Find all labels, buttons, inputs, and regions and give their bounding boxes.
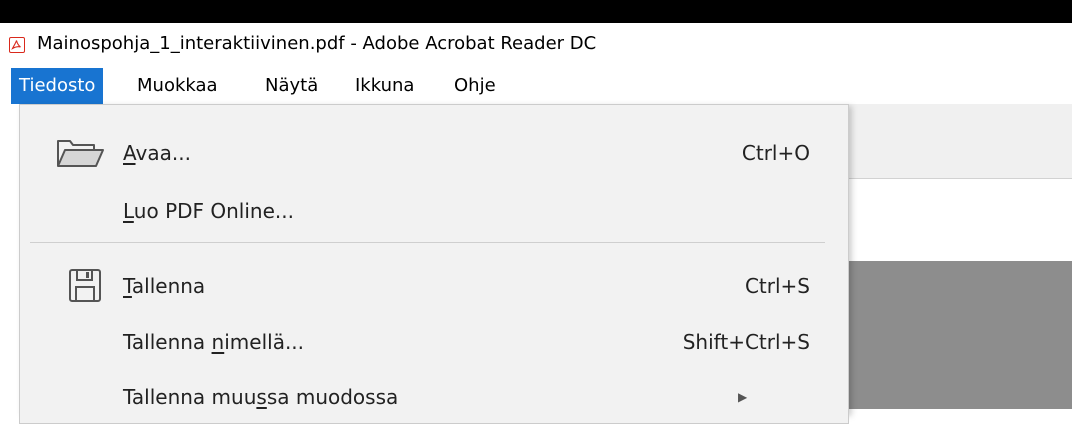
window-title: Mainospohja_1_interaktiivinen.pdf - Adob… <box>37 33 597 54</box>
menu-item-shortcut: Ctrl+S <box>744 274 810 298</box>
menu-item-tallenna-nimella[interactable]: Tallenna nimellä... Shift+Ctrl+S <box>20 314 848 370</box>
menu-item-label: Tallenna muussa muodossa <box>123 385 399 409</box>
app-toolbar <box>846 104 1072 179</box>
menu-item-luo-pdf-online[interactable]: Luo PDF Online... <box>20 183 848 239</box>
save-icon <box>56 268 104 304</box>
screen-top-edge <box>0 0 1072 23</box>
menu-item-label: Tallenna <box>123 274 206 298</box>
acrobat-reader-icon <box>9 37 25 53</box>
menu-item-label: Tallenna nimellä... <box>123 330 305 354</box>
menu-item-tallenna-muussa-muodossa[interactable]: Tallenna muussa muodossa ▶ <box>20 369 848 425</box>
document-canvas <box>846 261 1072 409</box>
folder-open-icon <box>56 135 104 171</box>
menu-tiedosto[interactable]: Tiedosto <box>11 68 104 104</box>
menu-separator <box>30 242 825 243</box>
menu-item-tallenna[interactable]: Tallenna Ctrl+S <box>20 258 848 314</box>
menu-nayta[interactable]: Näytä <box>257 68 326 104</box>
menu-item-shortcut: Ctrl+O <box>741 141 810 165</box>
file-menu-dropdown: Avaa... Ctrl+O Luo PDF Online... Tallenn… <box>19 104 849 424</box>
menu-ikkuna[interactable]: Ikkuna <box>347 68 422 104</box>
submenu-arrow-icon: ▶ <box>738 390 748 404</box>
menu-item-avaa[interactable]: Avaa... Ctrl+O <box>20 125 848 181</box>
window-title-bar: Mainospohja_1_interaktiivinen.pdf - Adob… <box>0 23 1072 68</box>
menu-item-shortcut: Shift+Ctrl+S <box>682 330 810 354</box>
menu-item-label: Avaa... <box>123 141 191 165</box>
menu-bar: Tiedosto Muokkaa Näytä Ikkuna Ohje <box>0 68 1072 104</box>
menu-item-label: Luo PDF Online... <box>123 199 294 223</box>
document-header-area <box>846 179 1072 261</box>
menu-muokkaa[interactable]: Muokkaa <box>129 68 226 104</box>
menu-ohje[interactable]: Ohje <box>446 68 504 104</box>
